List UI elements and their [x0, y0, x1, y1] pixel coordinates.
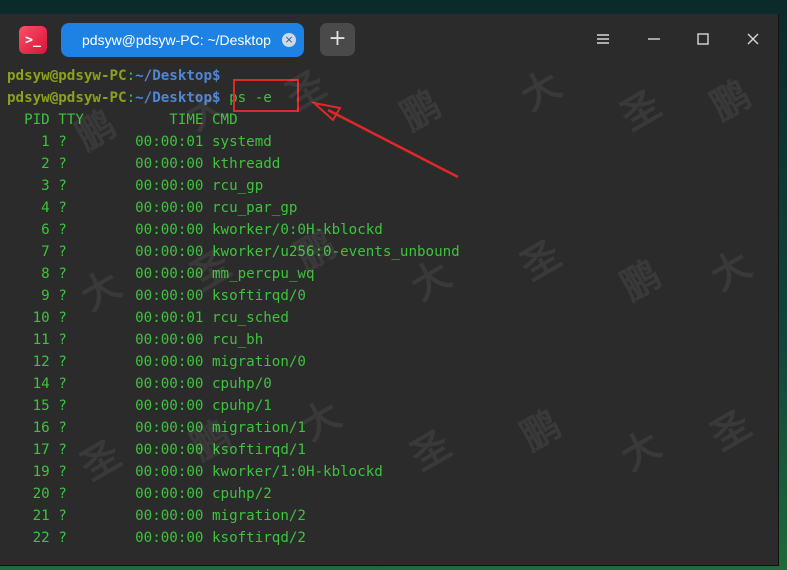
terminal-window: >_ pdsyw@pdsyw-PC: ~/Desktop × + pdsyw@p…	[0, 14, 779, 566]
annotation-arrow	[310, 101, 459, 179]
